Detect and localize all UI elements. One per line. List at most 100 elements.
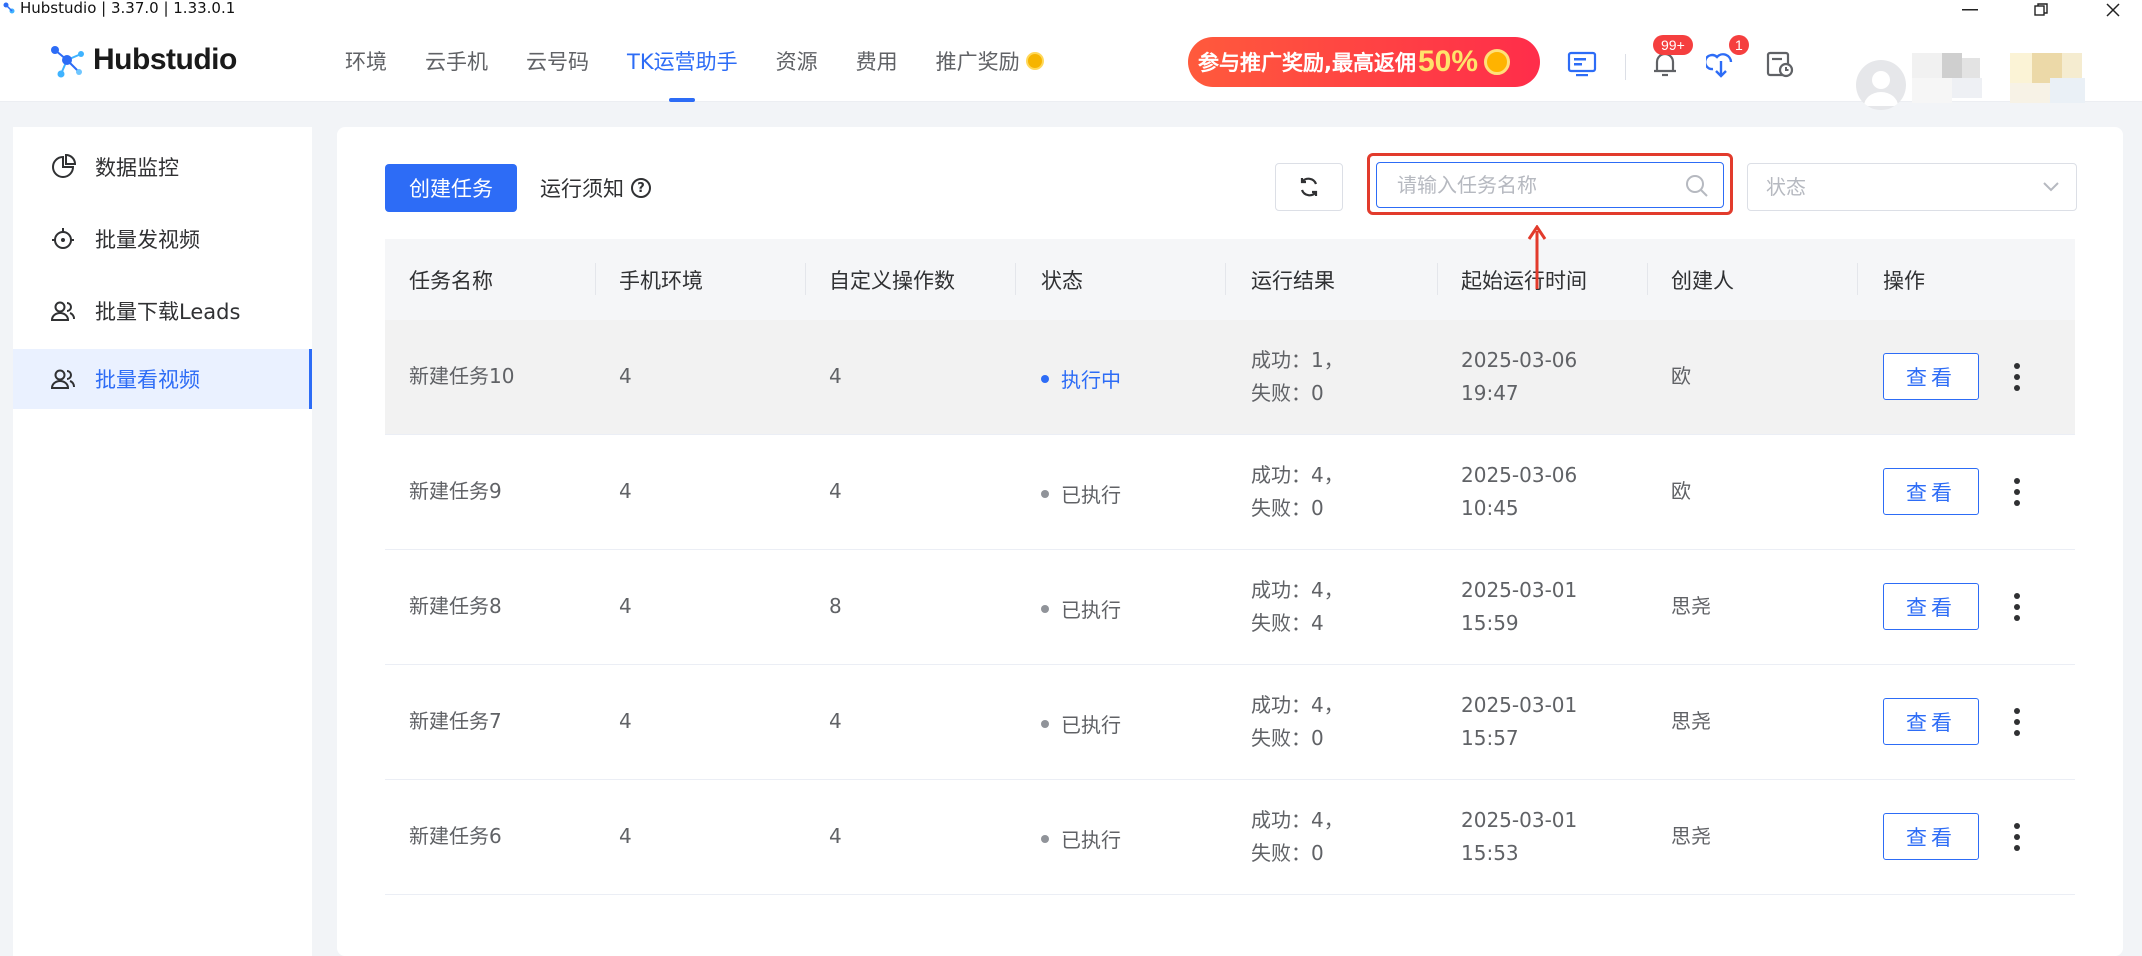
run-notice-label: 运行须知 <box>540 177 624 201</box>
run-notice-link[interactable]: 运行须知 ? <box>540 164 651 212</box>
refresh-button[interactable] <box>1275 163 1343 211</box>
restore-button[interactable] <box>2021 0 2061 20</box>
chart-pie-icon <box>50 154 76 180</box>
nav-label: 环境 <box>345 50 387 74</box>
column-header: 操作 <box>1883 268 1925 293</box>
result-success: 成功：4， <box>1251 808 1344 832</box>
view-button[interactable]: 查看 <box>1883 583 1979 630</box>
column-header: 状态 <box>1041 268 1083 293</box>
start-clock: 15:53 <box>1461 841 1519 865</box>
sidebar-item-batch-post-video[interactable]: 批量发视频 <box>13 209 312 269</box>
nav-item-billing[interactable]: 费用 <box>856 20 898 102</box>
app-mini-logo-icon <box>3 2 15 14</box>
nav-item-tk-assistant[interactable]: TK运营助手 <box>627 20 738 102</box>
user-avatar[interactable] <box>1856 60 1906 110</box>
promo-banner[interactable]: 参与推广奖励,最高返佣 50% <box>1188 37 1540 87</box>
phone-env-count: 4 <box>619 479 632 503</box>
sidebar-item-batch-watch-video[interactable]: 批量看视频 <box>13 349 312 409</box>
status-select[interactable]: 状态 <box>1747 163 2077 211</box>
start-clock: 15:57 <box>1461 726 1519 750</box>
column-divider <box>1647 263 1648 295</box>
nav-item-env[interactable]: 环境 <box>345 20 387 102</box>
more-actions-button[interactable] <box>2007 817 2027 857</box>
start-clock: 15:59 <box>1461 611 1519 635</box>
nav-item-resources[interactable]: 资源 <box>776 20 818 102</box>
screen-button[interactable] <box>1562 44 1602 84</box>
table-row[interactable]: 新建任务9 4 4 已执行 成功：4， 失败：0 2025-03-06 10:45 … <box>385 435 2075 550</box>
close-window-button[interactable] <box>2093 0 2133 20</box>
notification-badge: 99+ <box>1653 35 1693 55</box>
main-nav: 环境 云手机 云号码 TK运营助手 资源 费用 推广奖励 <box>345 20 1082 102</box>
status-cell: 已执行 <box>1041 479 1121 508</box>
creator: 思尧 <box>1671 594 1711 618</box>
task-name-search-input[interactable]: 请输入任务名称 <box>1376 162 1724 208</box>
sidebar-item-batch-download-leads[interactable]: 批量下载Leads <box>13 281 312 341</box>
nav-label: 资源 <box>775 50 818 74</box>
status-text: 执行中 <box>1061 368 1121 392</box>
result-success: 成功：4， <box>1251 463 1344 487</box>
table-row[interactable]: 新建任务7 4 4 已执行 成功：4， 失败：0 2025-03-01 15:57 … <box>385 665 2075 780</box>
table-row[interactable]: 新建任务6 4 4 已执行 成功：4， 失败：0 2025-03-01 15:53 … <box>385 780 2075 895</box>
status-dot <box>1041 604 1049 613</box>
coin-icon <box>1025 52 1044 70</box>
search-highlight-box: 请输入任务名称 <box>1367 153 1733 215</box>
creator: 欧 <box>1671 479 1691 503</box>
creator: 思尧 <box>1671 824 1711 848</box>
hubstudio-logo[interactable]: Hubstudio <box>47 40 237 80</box>
sidebar-item-label: 批量下载Leads <box>95 300 241 324</box>
status-cell: 已执行 <box>1041 709 1121 738</box>
view-button[interactable]: 查看 <box>1883 468 1979 515</box>
chevron-down-icon <box>2043 182 2059 192</box>
more-actions-button[interactable] <box>2007 472 2027 512</box>
column-divider <box>595 263 596 295</box>
nav-item-referral[interactable]: 推广奖励 <box>936 20 1044 102</box>
run-result: 成功：1， 失败：0 <box>1251 344 1344 410</box>
start-date: 2025-03-06 <box>1461 348 1578 372</box>
download-badge: 1 <box>1729 35 1749 55</box>
history-button[interactable] <box>1760 44 1800 84</box>
task-table: 任务名称 手机环境 自定义操作数 状态 运行结果 起始运行时间 创建人 操作 新… <box>385 239 2075 895</box>
more-actions-button[interactable] <box>2007 702 2027 742</box>
start-date: 2025-03-01 <box>1461 578 1578 602</box>
status-text: 已执行 <box>1061 713 1121 737</box>
start-date: 2025-03-01 <box>1461 693 1578 717</box>
minimize-button[interactable] <box>1950 0 1990 20</box>
users-icon <box>50 298 76 324</box>
result-fail: 失败：0 <box>1251 841 1324 865</box>
run-result: 成功：4， 失败：0 <box>1251 689 1344 755</box>
table-row[interactable]: 新建任务8 4 8 已执行 成功：4， 失败：4 2025-03-01 15:59 … <box>385 550 2075 665</box>
sidebar-item-data-monitor[interactable]: 数据监控 <box>13 137 312 197</box>
nav-item-cloud-number[interactable]: 云号码 <box>526 20 589 102</box>
view-button[interactable]: 查看 <box>1883 813 1979 860</box>
more-actions-button[interactable] <box>2007 357 2027 397</box>
sidebar-item-label: 批量看视频 <box>95 368 200 392</box>
more-actions-button[interactable] <box>2007 587 2027 627</box>
result-fail: 失败：4 <box>1251 611 1324 635</box>
phone-env-count: 4 <box>619 709 632 733</box>
status-dot <box>1041 834 1049 843</box>
nav-item-cloud-phone[interactable]: 云手机 <box>425 20 488 102</box>
window-titlebar: Hubstudio | 3.37.0 | 1.33.0.1 <box>0 0 2142 20</box>
blurred-username <box>1912 53 1992 103</box>
task-name: 新建任务10 <box>409 364 515 388</box>
view-button[interactable]: 查看 <box>1883 353 1979 400</box>
promo-text: 参与推广奖励,最高返佣 <box>1198 51 1416 75</box>
start-time: 2025-03-01 15:57 <box>1461 689 1577 755</box>
search-icon[interactable] <box>1685 174 1709 198</box>
calendar-clock-icon <box>1766 51 1794 78</box>
annotation-arrow-icon <box>1527 225 1547 289</box>
result-fail: 失败：0 <box>1251 496 1324 520</box>
result-fail: 失败：0 <box>1251 726 1324 750</box>
status-text: 已执行 <box>1061 483 1121 507</box>
sidebar-item-label: 批量发视频 <box>95 228 200 252</box>
start-time: 2025-03-06 10:45 <box>1461 459 1577 525</box>
logo-text: Hubstudio <box>93 43 237 76</box>
result-fail: 失败：0 <box>1251 381 1324 405</box>
column-divider <box>1857 263 1858 295</box>
result-success: 成功：4， <box>1251 693 1344 717</box>
column-divider <box>1225 263 1226 295</box>
table-row[interactable]: 新建任务10 4 4 执行中 成功：1， 失败：0 2025-03-06 19:47… <box>385 320 2075 435</box>
create-task-button[interactable]: 创建任务 <box>385 164 517 212</box>
column-header: 手机环境 <box>619 268 703 293</box>
view-button[interactable]: 查看 <box>1883 698 1979 745</box>
